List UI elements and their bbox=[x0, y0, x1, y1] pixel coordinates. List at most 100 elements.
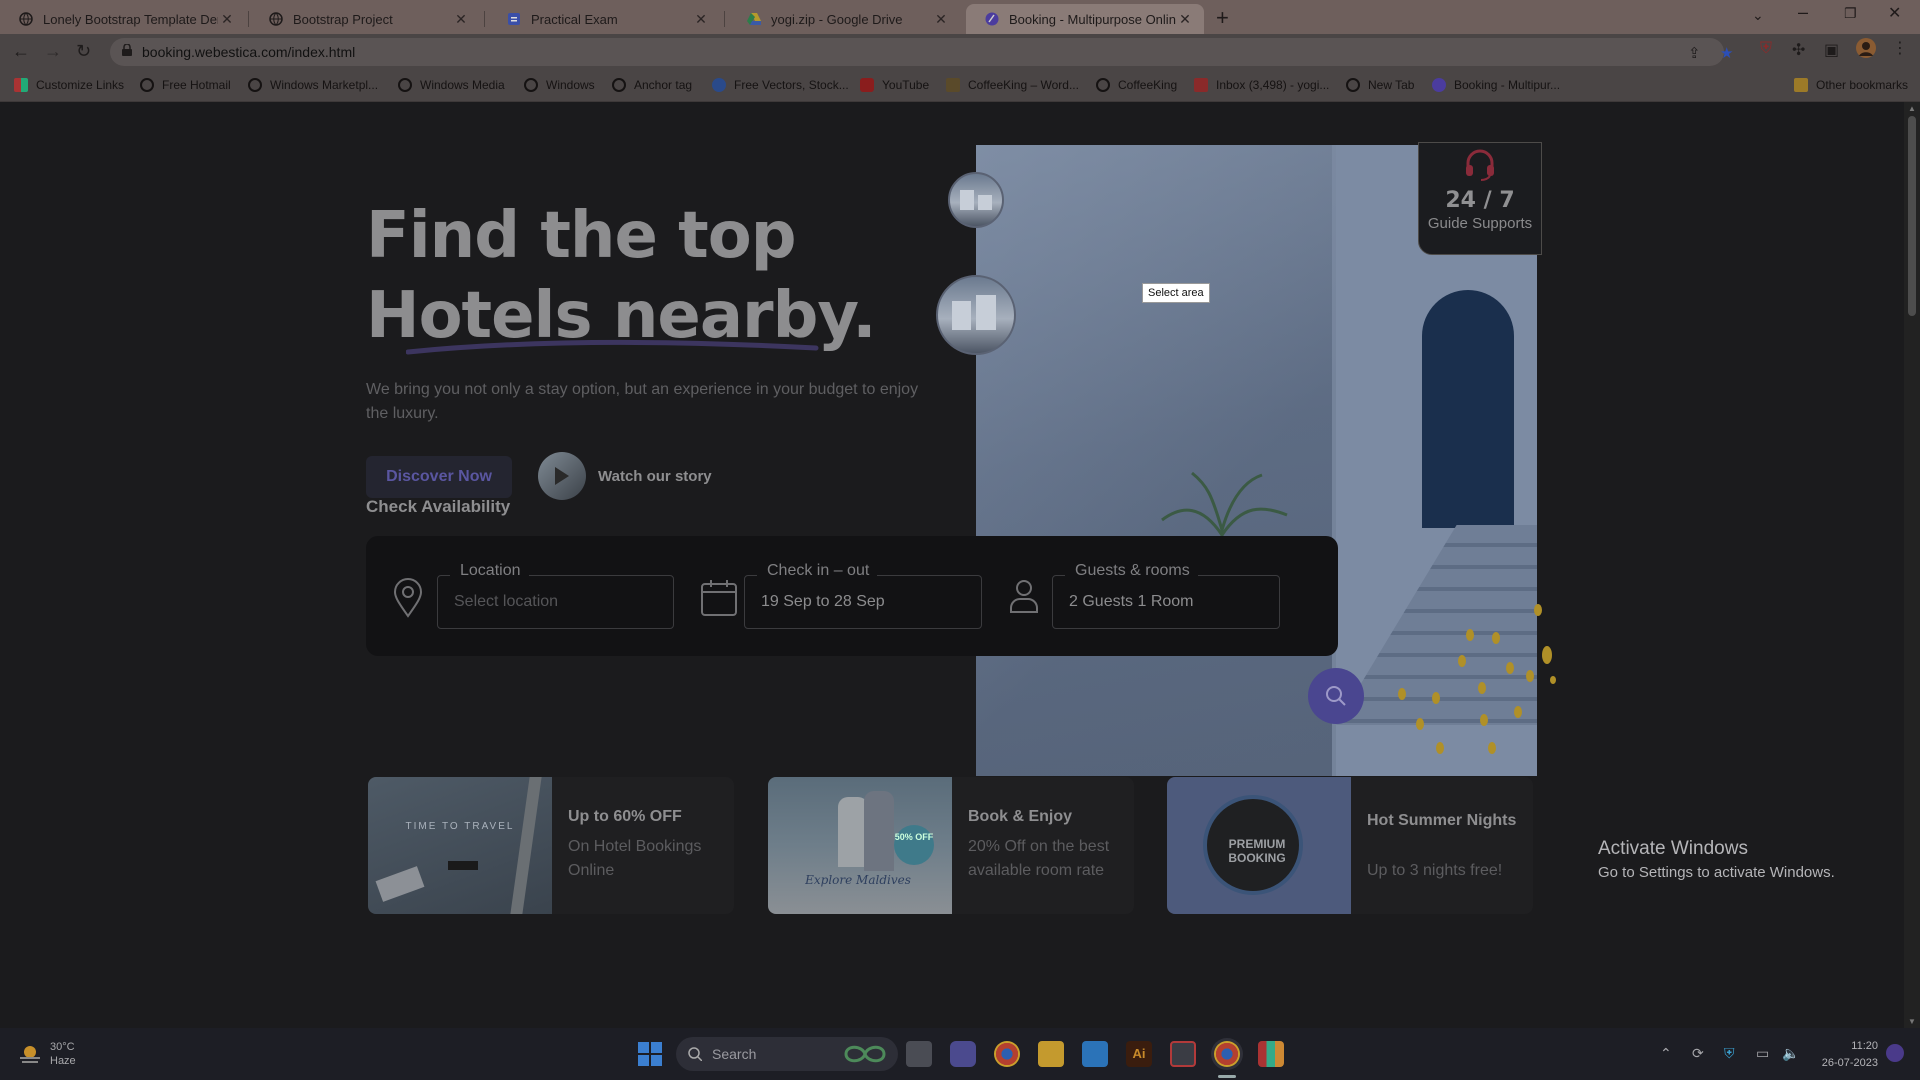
guests-rooms-field[interactable]: Guests & rooms 2 Guests 1 Room bbox=[1052, 562, 1280, 629]
weather-widget[interactable]: 30°C Haze bbox=[18, 1040, 76, 1068]
bookmark-free-hotmail[interactable]: Free Hotmail bbox=[140, 78, 231, 92]
bookmark-youtube[interactable]: YouTube bbox=[860, 78, 929, 92]
guests-rooms-label: Guests & rooms bbox=[1065, 562, 1198, 580]
bookmark-coffeeking-word[interactable]: CoffeeKing – Word... bbox=[946, 78, 1079, 92]
illustrator-icon[interactable]: Ai bbox=[1126, 1041, 1152, 1067]
bookmark-customize-links[interactable]: Customize Links bbox=[14, 78, 124, 92]
bookmarks-bar: Customize Links Free Hotmail Windows Mar… bbox=[0, 70, 1920, 102]
check-in-out-field[interactable]: Check in – out 19 Sep to 28 Sep bbox=[744, 562, 982, 629]
bookmark-new-tab[interactable]: New Tab bbox=[1346, 78, 1414, 92]
globe-icon bbox=[1096, 78, 1110, 92]
headline-line-1: Find the top bbox=[366, 199, 797, 273]
side-panel-icon[interactable]: ▣ bbox=[1824, 40, 1839, 60]
profile-avatar[interactable] bbox=[1856, 38, 1876, 63]
scroll-up-arrow-icon[interactable]: ▲ bbox=[1908, 104, 1916, 113]
bookmark-windows-marketplace[interactable]: Windows Marketpl... bbox=[248, 78, 378, 92]
windows-taskbar: 30°C Haze Search Ai ⌃ ⟳ ⛨ ▭ 🔈 11:20 26-07… bbox=[0, 1028, 1920, 1080]
teams-chat-icon[interactable] bbox=[950, 1041, 976, 1067]
minimize-button[interactable]: – bbox=[1798, 2, 1808, 23]
bookmark-coffeeking[interactable]: CoffeeKing bbox=[1096, 78, 1177, 92]
tab-lonely-bootstrap[interactable]: Lonely Bootstrap Template Demo ✕ bbox=[0, 4, 246, 34]
tab-google-drive[interactable]: yogi.zip - Google Drive ✕ bbox=[728, 4, 960, 34]
new-tab-button[interactable]: + bbox=[1216, 5, 1229, 31]
tab-practical-exam[interactable]: Practical Exam ✕ bbox=[488, 4, 720, 34]
close-tab-icon[interactable]: ✕ bbox=[1176, 11, 1194, 28]
close-window-button[interactable]: ✕ bbox=[1888, 3, 1901, 23]
headset-icon bbox=[1466, 149, 1494, 181]
restore-button[interactable]: ❐ bbox=[1844, 5, 1857, 22]
address-bar[interactable]: booking.webestica.com/index.html ⇪ ★ bbox=[110, 38, 1733, 66]
search-availability-button[interactable] bbox=[1308, 668, 1364, 724]
close-tab-icon[interactable]: ✕ bbox=[452, 11, 470, 28]
location-pin-icon bbox=[393, 578, 423, 618]
search-highlight-icon bbox=[844, 1045, 886, 1063]
tray-overflow-icon[interactable]: ⌃ bbox=[1660, 1045, 1672, 1062]
watch-story-link[interactable]: Watch our story bbox=[538, 452, 712, 500]
video-thumbnail[interactable] bbox=[538, 452, 586, 500]
network-icon[interactable]: ▭ bbox=[1756, 1045, 1769, 1062]
share-icon[interactable]: ⇪ bbox=[1688, 44, 1701, 62]
guests-rooms-value: 2 Guests 1 Room bbox=[1069, 593, 1194, 610]
star-bookmark-icon[interactable]: ★ bbox=[1720, 44, 1733, 62]
location-field[interactable]: Location Select location bbox=[437, 562, 674, 629]
other-bookmarks[interactable]: Other bookmarks bbox=[1794, 78, 1908, 92]
globe-icon bbox=[248, 78, 262, 92]
menu-kebab-icon[interactable]: ⋮ bbox=[1892, 38, 1908, 58]
close-tab-icon[interactable]: ✕ bbox=[218, 11, 236, 28]
volume-icon[interactable]: 🔈 bbox=[1782, 1045, 1799, 1062]
task-view-icon[interactable] bbox=[906, 1041, 932, 1067]
promo-card-summer[interactable]: PREMIUM BOOKING Hot Summer Nights Up to … bbox=[1167, 777, 1533, 914]
globe-icon bbox=[18, 11, 34, 27]
bookmark-gmail-inbox[interactable]: Inbox (3,498) - yogi... bbox=[1194, 78, 1329, 92]
lock-icon bbox=[122, 44, 132, 56]
store-icon[interactable] bbox=[1170, 1041, 1196, 1067]
extension-shield-icon[interactable]: ⛨ bbox=[1760, 40, 1772, 58]
activate-windows-watermark: Activate Windows Go to Settings to activ… bbox=[1598, 838, 1835, 881]
google-drive-icon bbox=[746, 11, 762, 27]
promo-image-premium: PREMIUM BOOKING bbox=[1167, 777, 1351, 914]
windows-start-icon[interactable] bbox=[638, 1042, 662, 1071]
hotel-thumb-large bbox=[936, 275, 1016, 355]
promo-card-discount[interactable]: TIME TO TRAVEL Up to 60% OFF On Hotel Bo… bbox=[368, 777, 734, 914]
tab-search-icon[interactable]: ⌄ bbox=[1752, 7, 1764, 24]
taskbar-search[interactable]: Search bbox=[676, 1037, 898, 1071]
tab-title: Practical Exam bbox=[531, 11, 618, 27]
taskbar-clock[interactable]: 11:20 26-07-2023 bbox=[1812, 1038, 1878, 1072]
hotel-thumb-small bbox=[948, 172, 1004, 228]
discover-now-button[interactable]: Discover Now bbox=[366, 456, 512, 498]
clock-time: 11:20 bbox=[1851, 1040, 1878, 1052]
tab-title: Bootstrap Project bbox=[293, 11, 393, 27]
winrar-icon[interactable] bbox=[1258, 1041, 1284, 1067]
sync-icon[interactable]: ⟳ bbox=[1692, 1045, 1704, 1062]
vertical-scrollbar[interactable]: ▲ ▼ bbox=[1904, 102, 1920, 1028]
reload-icon[interactable]: ↻ bbox=[76, 41, 91, 62]
close-tab-icon[interactable]: ✕ bbox=[932, 11, 950, 28]
file-explorer-icon[interactable] bbox=[1038, 1041, 1064, 1067]
bookmark-anchor-tag[interactable]: Anchor tag bbox=[612, 78, 692, 92]
forward-arrow-icon[interactable]: → bbox=[44, 41, 62, 62]
extensions-puzzle-icon[interactable]: ✣ bbox=[1792, 40, 1805, 60]
tab-title: yogi.zip - Google Drive bbox=[771, 11, 903, 27]
bookmark-free-vectors[interactable]: Free Vectors, Stock... bbox=[712, 78, 849, 92]
scrollbar-thumb[interactable] bbox=[1908, 116, 1916, 316]
bookmark-booking[interactable]: Booking - Multipur... bbox=[1432, 78, 1560, 92]
security-icon[interactable]: ⛨ bbox=[1724, 1045, 1735, 1062]
tab-bootstrap-project[interactable]: Bootstrap Project ✕ bbox=[250, 4, 480, 34]
globe-icon bbox=[398, 78, 412, 92]
promo-card-book-enjoy[interactable]: 50% OFF Explore Maldives Book & Enjoy 20… bbox=[768, 777, 1134, 914]
chrome-active-icon[interactable] bbox=[1214, 1041, 1240, 1067]
freepik-icon bbox=[712, 78, 726, 92]
globe-icon bbox=[524, 78, 538, 92]
tab-booking-active[interactable]: Booking - Multipurpose Online Bo ✕ bbox=[966, 4, 1204, 34]
url-text: booking.webestica.com/index.html bbox=[142, 44, 356, 60]
coffeeking-icon bbox=[946, 78, 960, 92]
close-tab-icon[interactable]: ✕ bbox=[692, 11, 710, 28]
chrome-icon[interactable] bbox=[994, 1041, 1020, 1067]
back-arrow-icon[interactable]: ← bbox=[12, 41, 30, 62]
scroll-down-arrow-icon[interactable]: ▼ bbox=[1908, 1017, 1916, 1026]
search-icon bbox=[688, 1047, 702, 1061]
vscode-icon[interactable] bbox=[1082, 1041, 1108, 1067]
bookmark-windows-media[interactable]: Windows Media bbox=[398, 78, 505, 92]
bookmark-windows[interactable]: Windows bbox=[524, 78, 595, 92]
notification-badge[interactable] bbox=[1886, 1044, 1904, 1062]
